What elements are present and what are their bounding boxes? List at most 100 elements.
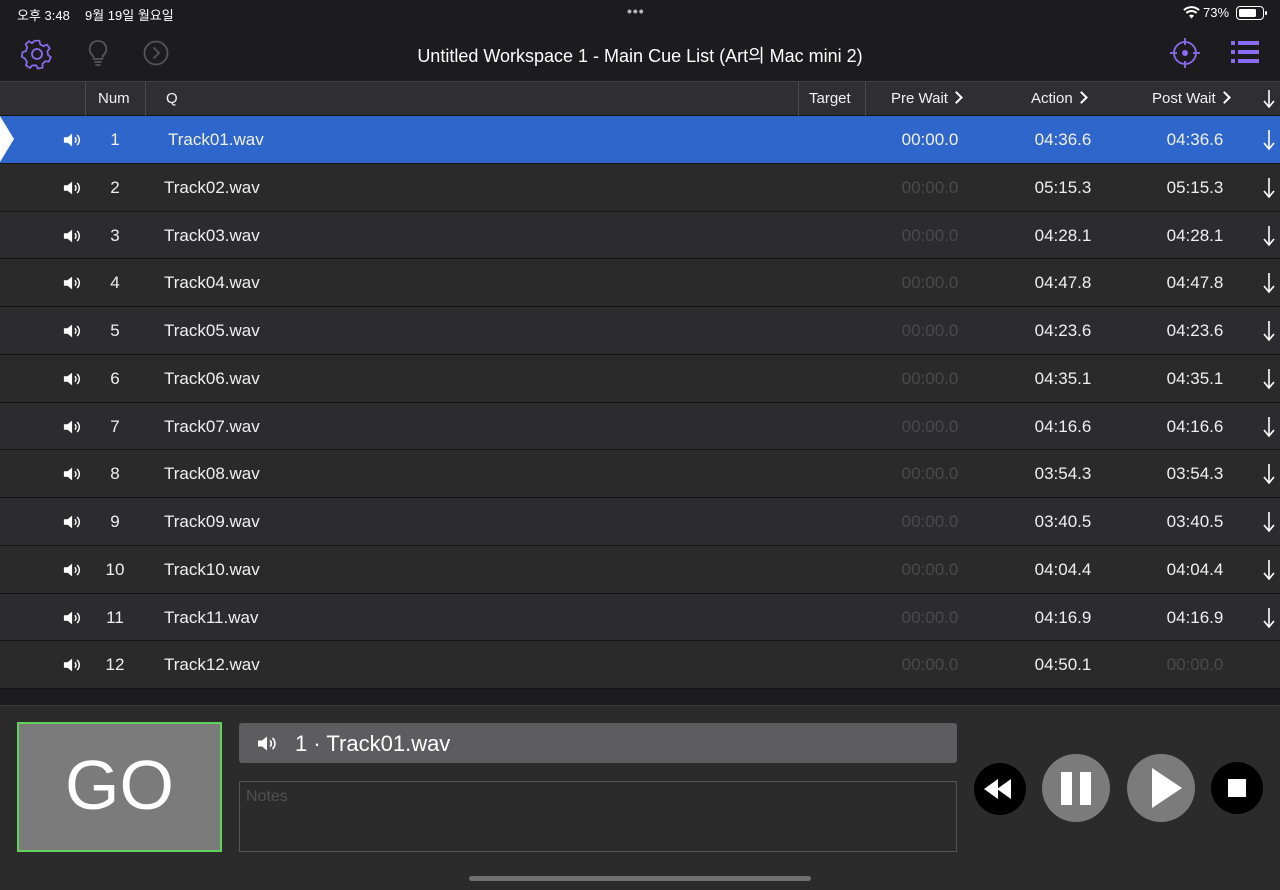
play-icon[interactable] bbox=[1126, 753, 1196, 823]
cue-action[interactable]: 04:47.8 bbox=[1003, 259, 1123, 306]
cue-row[interactable]: 2 Track02.wav 00:00.0 05:15.3 05:15.3 bbox=[0, 163, 1280, 212]
cue-name[interactable]: Track03.wav bbox=[164, 212, 260, 259]
cue-name[interactable]: Track01.wav bbox=[168, 116, 264, 163]
cue-action[interactable]: 04:16.9 bbox=[1003, 594, 1123, 641]
cue-row[interactable]: 3 Track03.wav 00:00.0 04:28.1 04:28.1 bbox=[0, 211, 1280, 260]
cue-action[interactable]: 04:23.6 bbox=[1003, 307, 1123, 354]
auto-continue-icon[interactable] bbox=[1262, 416, 1276, 438]
cue-number: 8 bbox=[110, 464, 120, 484]
cue-action[interactable]: 04:04.4 bbox=[1003, 546, 1123, 593]
cue-action[interactable]: 04:16.6 bbox=[1003, 403, 1123, 450]
cue-row[interactable]: 9 Track09.wav 00:00.0 03:40.5 03:40.5 bbox=[0, 498, 1280, 546]
cue-post-wait[interactable]: 04:04.4 bbox=[1135, 546, 1255, 593]
cue-post-wait[interactable]: 03:40.5 bbox=[1135, 498, 1255, 545]
auto-continue-icon[interactable] bbox=[1262, 463, 1276, 485]
cue-post-wait[interactable]: 00:00.0 bbox=[1135, 641, 1255, 688]
auto-continue-icon[interactable] bbox=[1262, 607, 1276, 629]
cue-number: 3 bbox=[110, 225, 120, 245]
column-post-wait[interactable]: Post Wait bbox=[1152, 82, 1231, 116]
column-post-wait-label: Post Wait bbox=[1152, 90, 1216, 107]
speaker-icon bbox=[63, 229, 80, 242]
auto-continue-icon[interactable] bbox=[1262, 320, 1276, 342]
cue-pre-wait[interactable]: 00:00.0 bbox=[870, 259, 990, 306]
cue-post-wait[interactable]: 04:35.1 bbox=[1135, 355, 1255, 402]
cue-action[interactable]: 05:15.3 bbox=[1003, 164, 1123, 211]
multitask-dots[interactable]: ••• bbox=[627, 3, 645, 19]
cue-pre-wait[interactable]: 00:00.0 bbox=[870, 116, 990, 163]
cue-row[interactable]: 5 Track05.wav 00:00.0 04:23.6 04:23.6 bbox=[0, 307, 1280, 355]
cue-action[interactable]: 04:50.1 bbox=[1003, 641, 1123, 688]
current-cue-label: 1 · Track01.wav bbox=[295, 731, 450, 757]
cue-pre-wait[interactable]: 00:00.0 bbox=[870, 594, 990, 641]
cue-pre-wait[interactable]: 00:00.0 bbox=[870, 212, 990, 259]
auto-continue-icon[interactable] bbox=[1262, 559, 1276, 581]
column-num[interactable]: Num bbox=[98, 82, 130, 116]
auto-continue-icon[interactable] bbox=[1262, 368, 1276, 390]
cue-name[interactable]: Track04.wav bbox=[164, 259, 260, 306]
cue-name[interactable]: Track12.wav bbox=[164, 641, 260, 688]
cue-name[interactable]: Track06.wav bbox=[164, 355, 260, 402]
cue-row[interactable]: 4 Track04.wav 00:00.0 04:47.8 04:47.8 bbox=[0, 259, 1280, 307]
notes-field[interactable]: Notes bbox=[239, 781, 957, 852]
cue-pre-wait[interactable]: 00:00.0 bbox=[870, 450, 990, 497]
cue-name[interactable]: Track07.wav bbox=[164, 403, 260, 450]
cue-post-wait[interactable]: 04:16.6 bbox=[1135, 403, 1255, 450]
speaker-icon bbox=[258, 736, 276, 751]
pause-icon[interactable] bbox=[1041, 753, 1111, 823]
cue-post-wait[interactable]: 04:23.6 bbox=[1135, 307, 1255, 354]
column-target[interactable]: Target bbox=[809, 82, 851, 116]
cue-pre-wait[interactable]: 00:00.0 bbox=[870, 355, 990, 402]
cue-name[interactable]: Track09.wav bbox=[164, 498, 260, 545]
cue-pre-wait[interactable]: 00:00.0 bbox=[870, 498, 990, 545]
speaker-icon bbox=[63, 563, 80, 577]
cue-row[interactable]: 8 Track08.wav 00:00.0 03:54.3 03:54.3 bbox=[0, 450, 1280, 498]
cue-action[interactable]: 03:54.3 bbox=[1003, 450, 1123, 497]
cue-pre-wait[interactable]: 00:00.0 bbox=[870, 403, 990, 450]
cue-action[interactable]: 04:28.1 bbox=[1003, 212, 1123, 259]
cue-row[interactable]: 12 Track12.wav 00:00.0 04:50.1 00:00.0 bbox=[0, 641, 1280, 689]
cue-post-wait[interactable]: 05:15.3 bbox=[1135, 164, 1255, 211]
cue-name[interactable]: Track11.wav bbox=[164, 594, 258, 641]
go-button[interactable]: GO bbox=[17, 722, 222, 852]
list-icon[interactable] bbox=[1231, 41, 1259, 63]
chevron-right-icon bbox=[1074, 91, 1088, 104]
cue-row[interactable]: 10 Track10.wav 00:00.0 04:04.4 04:04.4 bbox=[0, 545, 1280, 594]
auto-continue-icon[interactable] bbox=[1262, 129, 1276, 151]
cue-row[interactable]: 1 Track01.wav 00:00.0 04:36.6 04:36.6 bbox=[0, 116, 1280, 164]
column-action[interactable]: Action bbox=[1031, 82, 1088, 116]
cue-number: 12 bbox=[105, 655, 125, 675]
cue-post-wait[interactable]: 04:28.1 bbox=[1135, 212, 1255, 259]
stop-icon[interactable] bbox=[1210, 761, 1264, 815]
cue-post-wait[interactable]: 04:47.8 bbox=[1135, 259, 1255, 306]
cue-post-wait[interactable]: 04:16.9 bbox=[1135, 594, 1255, 641]
cue-row[interactable]: 6 Track06.wav 00:00.0 04:35.1 04:35.1 bbox=[0, 354, 1280, 403]
home-indicator[interactable] bbox=[469, 876, 811, 881]
target-icon[interactable] bbox=[1169, 37, 1201, 69]
auto-continue-icon[interactable] bbox=[1262, 177, 1276, 199]
cue-pre-wait[interactable]: 00:00.0 bbox=[870, 307, 990, 354]
cue-post-wait[interactable]: 03:54.3 bbox=[1135, 450, 1255, 497]
speaker-icon bbox=[63, 133, 80, 147]
rewind-icon[interactable] bbox=[973, 762, 1027, 816]
auto-continue-icon[interactable] bbox=[1262, 511, 1276, 533]
cue-action[interactable]: 04:36.6 bbox=[1003, 116, 1123, 163]
column-pre-wait[interactable]: Pre Wait bbox=[891, 82, 963, 116]
playhead-arrow-icon bbox=[0, 116, 14, 162]
cue-post-wait[interactable]: 04:36.6 bbox=[1135, 116, 1255, 163]
column-q[interactable]: Q bbox=[166, 82, 178, 116]
cue-name[interactable]: Track02.wav bbox=[164, 164, 260, 211]
cue-name[interactable]: Track08.wav bbox=[164, 450, 260, 497]
cue-pre-wait[interactable]: 00:00.0 bbox=[870, 546, 990, 593]
auto-continue-icon[interactable] bbox=[1262, 225, 1276, 247]
cue-row[interactable]: 7 Track07.wav 00:00.0 04:16.6 04:16.6 bbox=[0, 402, 1280, 451]
cue-row[interactable]: 11 Track11.wav 00:00.0 04:16.9 04:16.9 bbox=[0, 593, 1280, 642]
auto-continue-icon[interactable] bbox=[1262, 272, 1276, 294]
cue-action[interactable]: 04:35.1 bbox=[1003, 355, 1123, 402]
current-cue-bar[interactable]: 1 · Track01.wav bbox=[239, 723, 957, 763]
cue-pre-wait[interactable]: 00:00.0 bbox=[870, 164, 990, 211]
cue-name[interactable]: Track10.wav bbox=[164, 546, 260, 593]
cue-action[interactable]: 03:40.5 bbox=[1003, 498, 1123, 545]
continue-column-icon[interactable] bbox=[1262, 89, 1276, 109]
cue-name[interactable]: Track05.wav bbox=[164, 307, 260, 354]
cue-pre-wait[interactable]: 00:00.0 bbox=[870, 641, 990, 688]
